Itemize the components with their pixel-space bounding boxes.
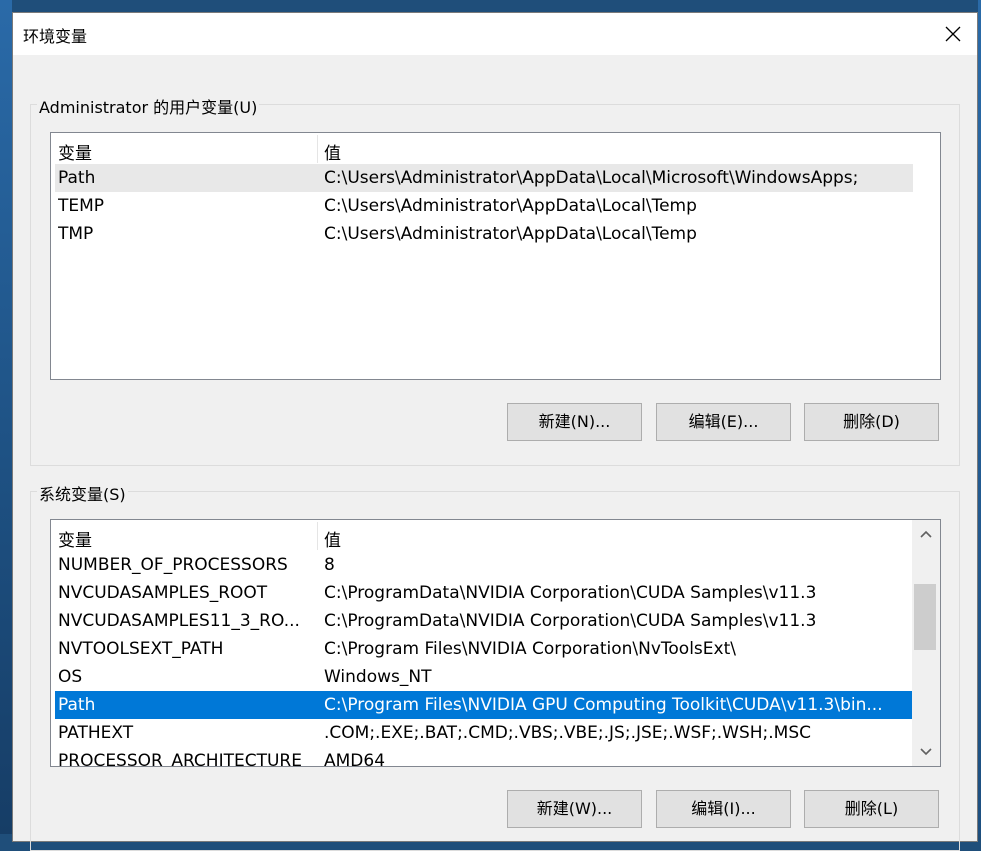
table-row[interactable]: TMP C:\Users\Administrator\AppData\Local… [55,220,913,248]
column-divider[interactable] [317,135,318,163]
variable-name: NVTOOLSEXT_PATH [58,639,224,659]
variable-value: C:\Users\Administrator\AppData\Local\Tem… [324,196,697,216]
variable-value: 8 [324,555,335,575]
chevron-down-icon [920,748,932,756]
window-title: 环境变量 [23,27,88,46]
column-header-variable[interactable]: 变量 [58,526,92,551]
scrollbar-thumb[interactable] [914,584,936,650]
variable-value: C:\Program Files\NVIDIA GPU Computing To… [324,695,883,715]
vertical-scrollbar[interactable] [912,520,940,766]
system-variables-list[interactable]: 变量 值 NUMBER_OF_PROCESSORS 8 NVCUDASAMPLE… [50,519,941,767]
desktop-background [0,0,12,834]
user-delete-button[interactable]: 删除(D) [804,403,939,441]
column-header-value[interactable]: 值 [324,139,341,164]
variable-name: NVCUDASAMPLES_ROOT [58,583,268,603]
variable-name: NUMBER_OF_PROCESSORS [58,555,288,575]
system-delete-button[interactable]: 删除(L) [804,790,939,828]
user-edit-button[interactable]: 编辑(E)... [656,403,791,441]
table-row[interactable]: NVCUDASAMPLES11_3_RO... C:\ProgramData\N… [55,607,913,635]
column-divider[interactable] [317,522,318,550]
table-row[interactable]: NVTOOLSEXT_PATH C:\Program Files\NVIDIA … [55,635,913,663]
variable-value: C:\Program Files\NVIDIA Corporation\NvTo… [324,639,736,659]
variable-value: .COM;.EXE;.BAT;.CMD;.VBS;.VBE;.JS;.JSE;.… [324,723,812,743]
system-edit-button[interactable]: 编辑(I)... [656,790,791,828]
variable-name: TEMP [58,196,105,216]
variable-name: Path [58,168,96,188]
system-list-header: 变量 值 [51,520,911,551]
variable-value: C:\ProgramData\NVIDIA Corporation\CUDA S… [324,583,817,603]
user-list-header: 变量 值 [51,133,911,164]
variable-name: Path [58,695,96,715]
variable-value: C:\Users\Administrator\AppData\Local\Mic… [324,168,859,188]
close-button[interactable] [935,19,971,49]
column-header-value[interactable]: 值 [324,526,341,551]
column-header-variable[interactable]: 变量 [58,139,92,164]
user-variables-list[interactable]: 变量 值 Path C:\Users\Administrator\AppData… [50,132,941,380]
user-variables-label: Administrator 的用户变量(U) [37,94,260,118]
table-row[interactable]: TEMP C:\Users\Administrator\AppData\Loca… [55,192,913,220]
variable-value: C:\Users\Administrator\AppData\Local\Tem… [324,224,697,244]
variable-name: TMP [58,224,94,244]
variable-name: OS [58,667,83,687]
close-icon [945,26,961,42]
variable-value: C:\ProgramData\NVIDIA Corporation\CUDA S… [324,611,817,631]
table-row[interactable]: NVCUDASAMPLES_ROOT C:\ProgramData\NVIDIA… [55,579,913,607]
variable-value: Windows_NT [324,667,432,687]
table-row-selected[interactable]: Path C:\Program Files\NVIDIA GPU Computi… [55,691,913,719]
table-row[interactable]: PROCESSOR_ARCHITECTURE AMD64 [55,747,913,767]
variable-value: AMD64 [324,751,386,767]
table-row[interactable]: PATHEXT .COM;.EXE;.BAT;.CMD;.VBS;.VBE;.J… [55,719,913,747]
user-new-button[interactable]: 新建(N)... [507,403,642,441]
table-row[interactable]: OS Windows_NT [55,663,913,691]
system-variables-label: 系统变量(S) [37,481,128,505]
system-new-button[interactable]: 新建(W)... [507,790,642,828]
table-row[interactable]: NUMBER_OF_PROCESSORS 8 [55,551,913,579]
variable-name: PATHEXT [58,723,134,743]
variable-name: NVCUDASAMPLES11_3_RO... [58,611,300,631]
variable-name: PROCESSOR_ARCHITECTURE [58,751,302,767]
table-row[interactable]: Path C:\Users\Administrator\AppData\Loca… [55,164,913,192]
chevron-up-icon [920,530,932,538]
scroll-down-button[interactable] [912,738,940,766]
scroll-up-button[interactable] [912,520,940,548]
environment-variables-dialog: 环境变量 Administrator 的用户变量(U) 变量 值 Path C:… [12,12,978,851]
title-bar: 环境变量 [13,13,977,55]
